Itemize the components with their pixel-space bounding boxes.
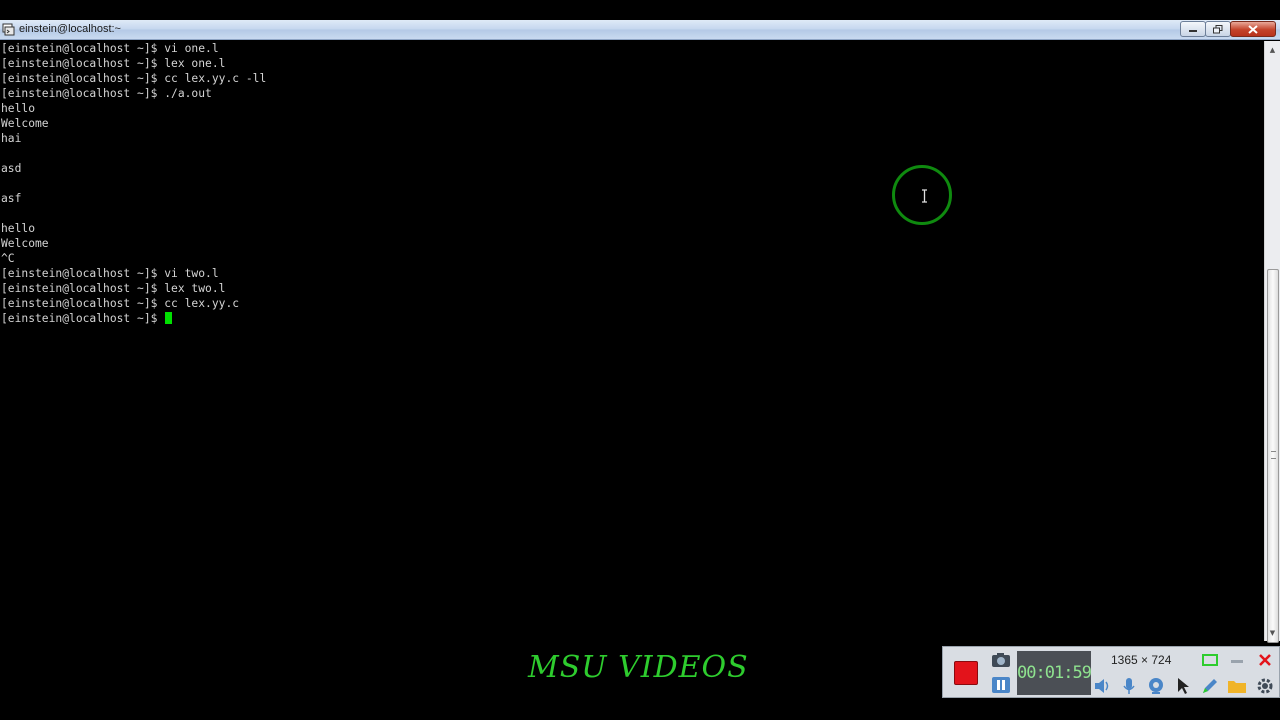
scrollbar-thumb[interactable] [1267, 269, 1279, 643]
watermark-text: MSU VIDEOS [528, 650, 749, 685]
region-icon [1202, 654, 1218, 666]
terminal-prompt: [einstein@localhost ~]$ [1, 312, 165, 325]
terminal-line: hello [1, 222, 36, 235]
terminal-line: [einstein@localhost ~]$ ./a.out [1, 87, 212, 100]
screenshot-button[interactable] [990, 650, 1012, 670]
screen-recorder-toolbar: 00:01:59 1365 × 724 [942, 646, 1280, 698]
gear-icon [1257, 678, 1273, 694]
terminal-line: [einstein@localhost ~]$ vi two.l [1, 267, 219, 280]
show-pointer-button[interactable] [1172, 676, 1194, 696]
open-folder-button[interactable] [1226, 676, 1248, 696]
terminal-app-icon [2, 23, 15, 36]
terminal-line: [einstein@localhost ~]$ cc lex.yy.c [1, 297, 240, 310]
close-recorder-button[interactable] [1254, 650, 1276, 670]
minimize-icon [1231, 660, 1243, 663]
minimize-button[interactable] [1180, 21, 1206, 37]
microphone-button[interactable] [1118, 676, 1140, 696]
minimize-icon [1189, 30, 1197, 32]
minimize-recorder-button[interactable] [1226, 650, 1248, 670]
recording-resolution: 1365 × 724 [1111, 653, 1172, 667]
stop-recording-button[interactable] [954, 661, 978, 685]
terminal-line: [einstein@localhost ~]$ lex two.l [1, 282, 226, 295]
scroll-down-arrow-icon[interactable]: ▼ [1265, 624, 1280, 641]
webcam-icon [1149, 678, 1163, 694]
terminal-line: hello [1, 102, 36, 115]
window-titlebar[interactable]: einstein@localhost:~ [0, 20, 1280, 40]
scroll-up-arrow-icon[interactable]: ▲ [1265, 41, 1280, 58]
vertical-scrollbar[interactable]: ▲ ▼ [1264, 41, 1280, 643]
camera-icon [992, 653, 1010, 667]
terminal-line: hai [1, 132, 22, 145]
close-button[interactable] [1230, 21, 1276, 37]
terminal-line: [einstein@localhost ~]$ vi one.l [1, 42, 219, 55]
recording-timer: 00:01:59 [1017, 651, 1092, 695]
ibeam-cursor-icon [922, 189, 927, 203]
terminal-output[interactable]: [einstein@localhost ~]$ vi one.l [einste… [0, 41, 1264, 641]
pause-icon [992, 677, 1010, 693]
terminal-prompt-line[interactable]: [einstein@localhost ~]$ [1, 311, 173, 326]
terminal-line: [einstein@localhost ~]$ cc lex.yy.c -ll [1, 72, 267, 85]
text-cursor [165, 312, 173, 324]
terminal-line: asf [1, 192, 22, 205]
terminal-line: [einstein@localhost ~]$ lex one.l [1, 57, 226, 70]
pause-button[interactable] [990, 675, 1012, 695]
terminal-line: asd [1, 162, 22, 175]
window-title: einstein@localhost:~ [19, 23, 121, 35]
terminal-line: Welcome [1, 117, 49, 130]
webcam-button[interactable] [1145, 676, 1167, 696]
draw-button[interactable] [1199, 676, 1221, 696]
close-icon [1248, 24, 1258, 34]
close-icon [1259, 654, 1271, 666]
terminal-line: ^C [1, 252, 15, 265]
scrollbar-grip-icon [1271, 451, 1276, 459]
terminal-line: Welcome [1, 237, 49, 250]
select-region-button[interactable] [1199, 650, 1221, 670]
folder-icon [1228, 681, 1246, 693]
speaker-button[interactable] [1091, 676, 1113, 696]
restore-icon [1213, 24, 1223, 33]
settings-button[interactable] [1254, 676, 1276, 696]
pointer-icon [1178, 678, 1189, 694]
speaker-icon [1095, 679, 1109, 693]
pen-icon [1203, 679, 1217, 693]
maximize-button[interactable] [1205, 21, 1231, 37]
microphone-icon [1123, 678, 1135, 694]
